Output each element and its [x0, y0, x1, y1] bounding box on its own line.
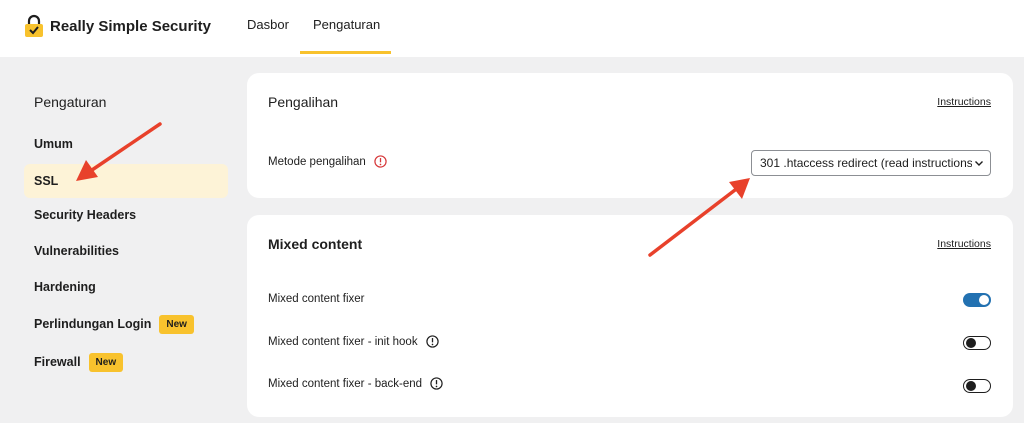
redirect-method-label: Metode pengalihan: [268, 155, 366, 168]
active-tab-indicator: [300, 51, 391, 54]
sidebar-item-label: Umum: [34, 137, 73, 151]
card-title: Mixed content: [268, 236, 363, 252]
setting-label: Mixed content fixer - back-end: [268, 377, 423, 390]
new-badge: New: [88, 352, 124, 372]
back-end-row: Mixed content fixer - back-end: [268, 377, 443, 390]
card-title: Pengalihan: [268, 94, 339, 110]
sidebar-item-ssl[interactable]: SSL: [24, 164, 228, 198]
brand[interactable]: Really Simple Security: [24, 14, 211, 38]
mixed-content-fixer-row: Mixed content fixer: [268, 293, 365, 305]
tab-pengaturan[interactable]: Pengaturan: [313, 17, 380, 32]
info-icon[interactable]: [425, 335, 439, 348]
redirect-method-select[interactable]: 301 .htaccess redirect (read instruction…: [751, 150, 991, 176]
info-icon[interactable]: [374, 155, 387, 168]
sidebar-item-label: Perlindungan Login: [34, 317, 152, 331]
sidebar-item-label: Vulnerabilities: [34, 244, 119, 258]
toggle-knob: [966, 338, 976, 348]
sidebar-item-vulnerabilities[interactable]: Vulnerabilities: [24, 234, 228, 268]
redirect-method-row: Metode pengalihan: [268, 155, 387, 168]
sidebar-item-firewall[interactable]: Firewall New: [24, 345, 228, 379]
mixed-content-card: Mixed content Instructions Mixed content…: [247, 215, 1013, 417]
info-icon[interactable]: [430, 377, 443, 390]
new-badge: New: [159, 314, 194, 334]
select-value: 301 .htaccess redirect (read instruction…: [760, 156, 972, 170]
toggle-knob: [966, 381, 976, 391]
sidebar-item-perlindungan-login[interactable]: Perlindungan Login New: [24, 307, 228, 341]
mixed-content-fixer-toggle[interactable]: [963, 293, 991, 307]
sidebar-item-label: SSL: [34, 174, 59, 188]
instructions-link[interactable]: Instructions: [937, 96, 991, 108]
instructions-link[interactable]: Instructions: [937, 238, 991, 250]
sidebar-item-label: Firewall: [34, 355, 81, 369]
sidebar-item-security-headers[interactable]: Security Headers: [24, 198, 228, 232]
setting-label: Mixed content fixer - init hook: [268, 335, 418, 348]
sidebar-item-hardening[interactable]: Hardening: [24, 270, 228, 304]
lock-icon: [25, 14, 43, 37]
redirect-card: Pengalihan Instructions Metode pengaliha…: [247, 73, 1013, 198]
sidebar-item-label: Hardening: [34, 280, 96, 294]
toggle-knob: [979, 295, 989, 305]
sidebar-title: Pengaturan: [34, 94, 107, 110]
init-hook-row: Mixed content fixer - init hook: [268, 335, 439, 348]
top-bar: Really Simple Security Dasbor Pengaturan: [0, 0, 1024, 57]
back-end-toggle[interactable]: [963, 379, 991, 393]
settings-sidebar: Pengaturan Umum SSL Security Headers Vul…: [24, 73, 231, 413]
init-hook-toggle[interactable]: [963, 336, 991, 350]
sidebar-item-umum[interactable]: Umum: [24, 127, 228, 161]
brand-name: Really Simple Security: [50, 17, 211, 35]
chevron-down-icon: [975, 161, 983, 166]
tab-dasbor[interactable]: Dasbor: [247, 17, 289, 32]
sidebar-item-label: Security Headers: [34, 208, 137, 222]
setting-label: Mixed content fixer: [268, 293, 365, 305]
